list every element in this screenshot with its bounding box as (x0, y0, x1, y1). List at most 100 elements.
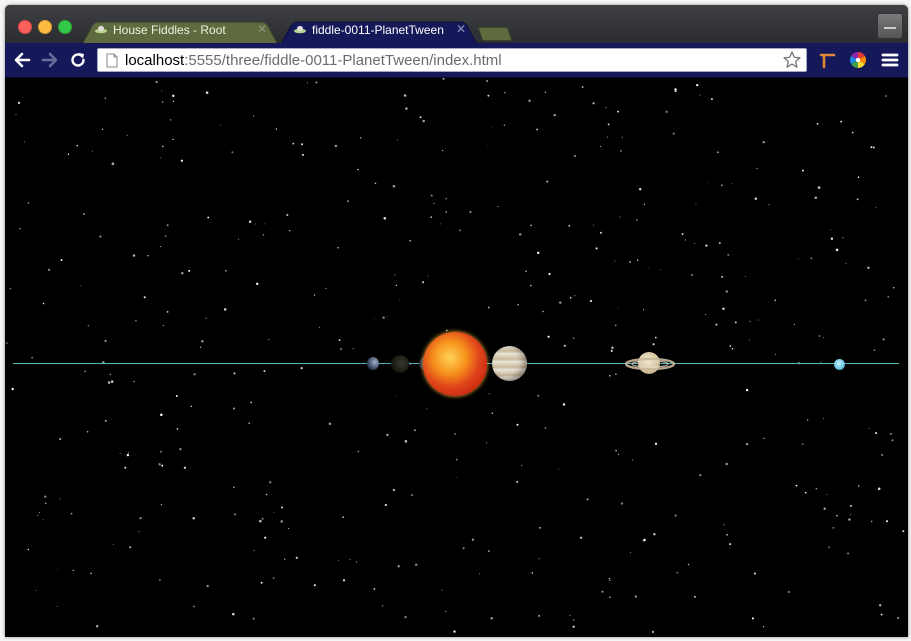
star (126, 134, 128, 136)
tab-close-icon[interactable]: ✕ (257, 22, 267, 36)
star (857, 176, 860, 178)
star (205, 317, 207, 319)
webgl-canvas[interactable] (5, 78, 908, 637)
url-text[interactable]: localhost:5555/three/fiddle-0011-PlanetT… (125, 52, 502, 69)
star (87, 325, 89, 327)
star (774, 299, 777, 302)
tab-fiddle-planettween[interactable]: fiddle-0011-PlanetTween ✕ (280, 17, 478, 45)
star (357, 450, 359, 453)
star (359, 137, 362, 139)
star (445, 197, 447, 200)
star (397, 565, 400, 568)
star (288, 527, 290, 530)
star (101, 128, 104, 130)
star (143, 296, 146, 299)
new-tab-button[interactable] (477, 27, 513, 41)
reload-icon[interactable] (68, 50, 88, 70)
tab-house-fiddles-root[interactable]: House Fiddles - Root ✕ (81, 17, 279, 46)
star (807, 419, 809, 421)
star (176, 428, 179, 430)
hamburger-menu-icon[interactable] (880, 50, 900, 70)
arrow-right-icon[interactable] (40, 50, 60, 70)
window-minimize-button[interactable] (38, 20, 52, 34)
star (756, 168, 758, 170)
star (872, 146, 875, 149)
url-path: :5555/three/fiddle-0011-PlanetTween/inde… (184, 52, 502, 69)
star (491, 412, 493, 414)
star (608, 374, 611, 377)
star (306, 82, 308, 84)
star (696, 83, 699, 87)
star (193, 373, 196, 376)
window-close-button[interactable] (18, 20, 32, 34)
star (707, 181, 709, 183)
star (485, 79, 489, 83)
star (877, 487, 881, 491)
star (729, 543, 732, 546)
star (399, 299, 401, 301)
star (746, 443, 749, 446)
star (160, 157, 162, 159)
star (548, 272, 551, 276)
star (104, 97, 106, 99)
star (313, 294, 316, 296)
tab-close-icon[interactable]: ✕ (456, 22, 466, 36)
star (445, 211, 447, 213)
star (870, 146, 873, 149)
star (832, 526, 835, 529)
star (132, 254, 136, 257)
window-zoom-button[interactable] (58, 20, 72, 34)
star (459, 229, 461, 232)
star (268, 338, 270, 341)
star (422, 281, 425, 284)
star (383, 217, 387, 220)
star (558, 468, 560, 470)
star (487, 94, 490, 97)
star (516, 423, 519, 426)
star (31, 356, 33, 359)
uranus-planet (834, 359, 845, 370)
star (275, 128, 278, 130)
star (349, 559, 351, 561)
star (441, 149, 444, 152)
star (639, 188, 642, 191)
profile-button[interactable] (877, 13, 903, 39)
star (538, 526, 541, 529)
star (169, 119, 172, 121)
star (672, 132, 675, 135)
t-square-icon[interactable] (818, 50, 838, 70)
star (445, 610, 447, 612)
star (715, 323, 718, 326)
star (38, 512, 40, 514)
star (254, 223, 256, 225)
star (356, 561, 358, 563)
star (162, 145, 164, 148)
star (72, 569, 74, 572)
star (80, 285, 82, 287)
arrow-left-icon[interactable] (12, 50, 32, 70)
star (166, 224, 169, 227)
star (574, 295, 576, 297)
star (86, 431, 89, 433)
star (619, 216, 621, 218)
star (253, 549, 255, 551)
star (42, 518, 44, 520)
star (37, 514, 39, 516)
address-bar[interactable]: localhost:5555/three/fiddle-0011-PlanetT… (97, 48, 807, 72)
star (822, 337, 824, 338)
star (469, 210, 472, 214)
star (875, 207, 877, 209)
star (183, 466, 187, 469)
star (138, 531, 140, 533)
star (609, 596, 611, 598)
star (694, 596, 696, 598)
star (544, 427, 547, 429)
star (573, 337, 575, 339)
star (687, 563, 690, 566)
star-icon[interactable] (782, 50, 802, 70)
star (301, 153, 305, 156)
star (754, 197, 758, 200)
color-wheel-icon[interactable] (848, 50, 868, 70)
star (601, 590, 604, 593)
star (609, 579, 611, 581)
